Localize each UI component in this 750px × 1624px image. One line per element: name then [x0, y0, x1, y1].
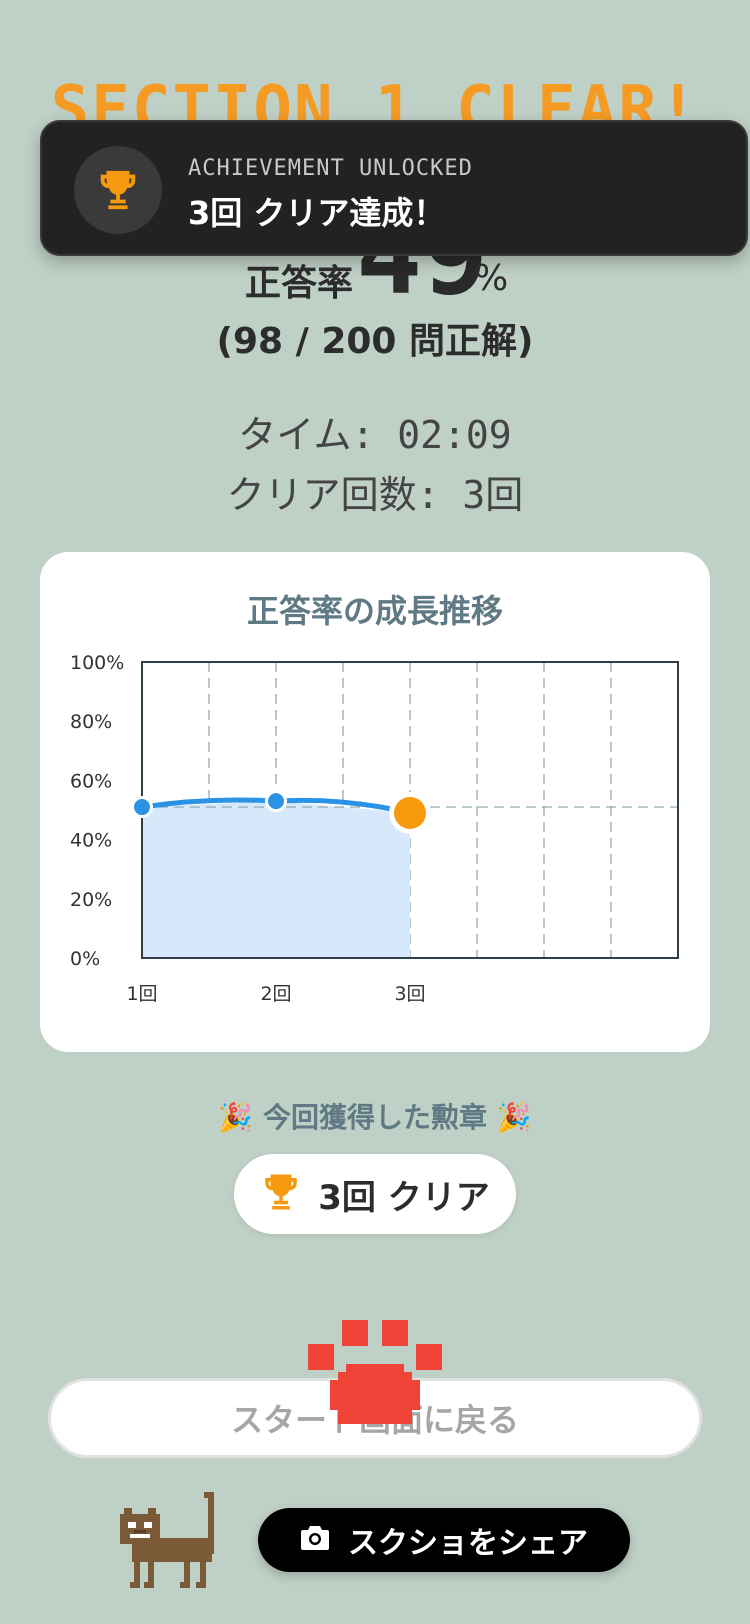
accuracy-label: 正答率 [245, 263, 354, 304]
medal-badge-label: 3回 クリア [318, 1177, 490, 1218]
y-tick-label: 60% [70, 770, 112, 792]
share-button-label: スクショをシェア [348, 1526, 588, 1561]
trophy-icon [260, 1171, 302, 1217]
toast-kicker: ACHIEVEMENT UNLOCKED [188, 156, 473, 181]
time-stat: タイム: 02:09 [238, 413, 512, 457]
trophy-icon [74, 146, 162, 234]
y-tick-label: 0% [70, 948, 100, 970]
medals-heading: 🎉 今回獲得した勲章 🎉 [218, 1101, 532, 1134]
data-point [134, 799, 150, 816]
y-tick-label: 40% [70, 830, 112, 852]
clear-count-stat: クリア回数: 3回 [226, 473, 524, 517]
camera-icon [300, 1525, 330, 1555]
medal-badge: 3回 クリア [234, 1154, 516, 1234]
growth-chart: 0% 20% 40% 60% 80% 100% 1回 2回 3回 [70, 652, 679, 1005]
share-screenshot-button[interactable]: スクショをシェア [258, 1508, 630, 1572]
achievement-toast: ACHIEVEMENT UNLOCKED 3回 クリア達成！ [40, 120, 748, 256]
data-point [268, 793, 284, 810]
toast-message: 3回 クリア達成！ [188, 194, 446, 232]
growth-chart-card: 正答率の成長推移 0% 20% 40% 60% 80% 100% 1回 2回 3回 [40, 552, 710, 1052]
data-point-current [394, 796, 426, 829]
y-tick-label: 100% [70, 652, 124, 674]
y-tick-label: 20% [70, 889, 112, 911]
x-tick-label: 3回 [394, 983, 425, 1005]
area-fill [142, 801, 410, 958]
x-tick-label: 1回 [126, 983, 157, 1005]
pixel-cat-mascot [120, 1492, 214, 1588]
x-tick-label: 2回 [260, 983, 291, 1005]
accuracy-unit: % [474, 258, 509, 299]
y-tick-label: 80% [70, 711, 112, 733]
paw-icon [308, 1320, 442, 1424]
accuracy-detail: (98 / 200 問正解) [216, 321, 534, 362]
